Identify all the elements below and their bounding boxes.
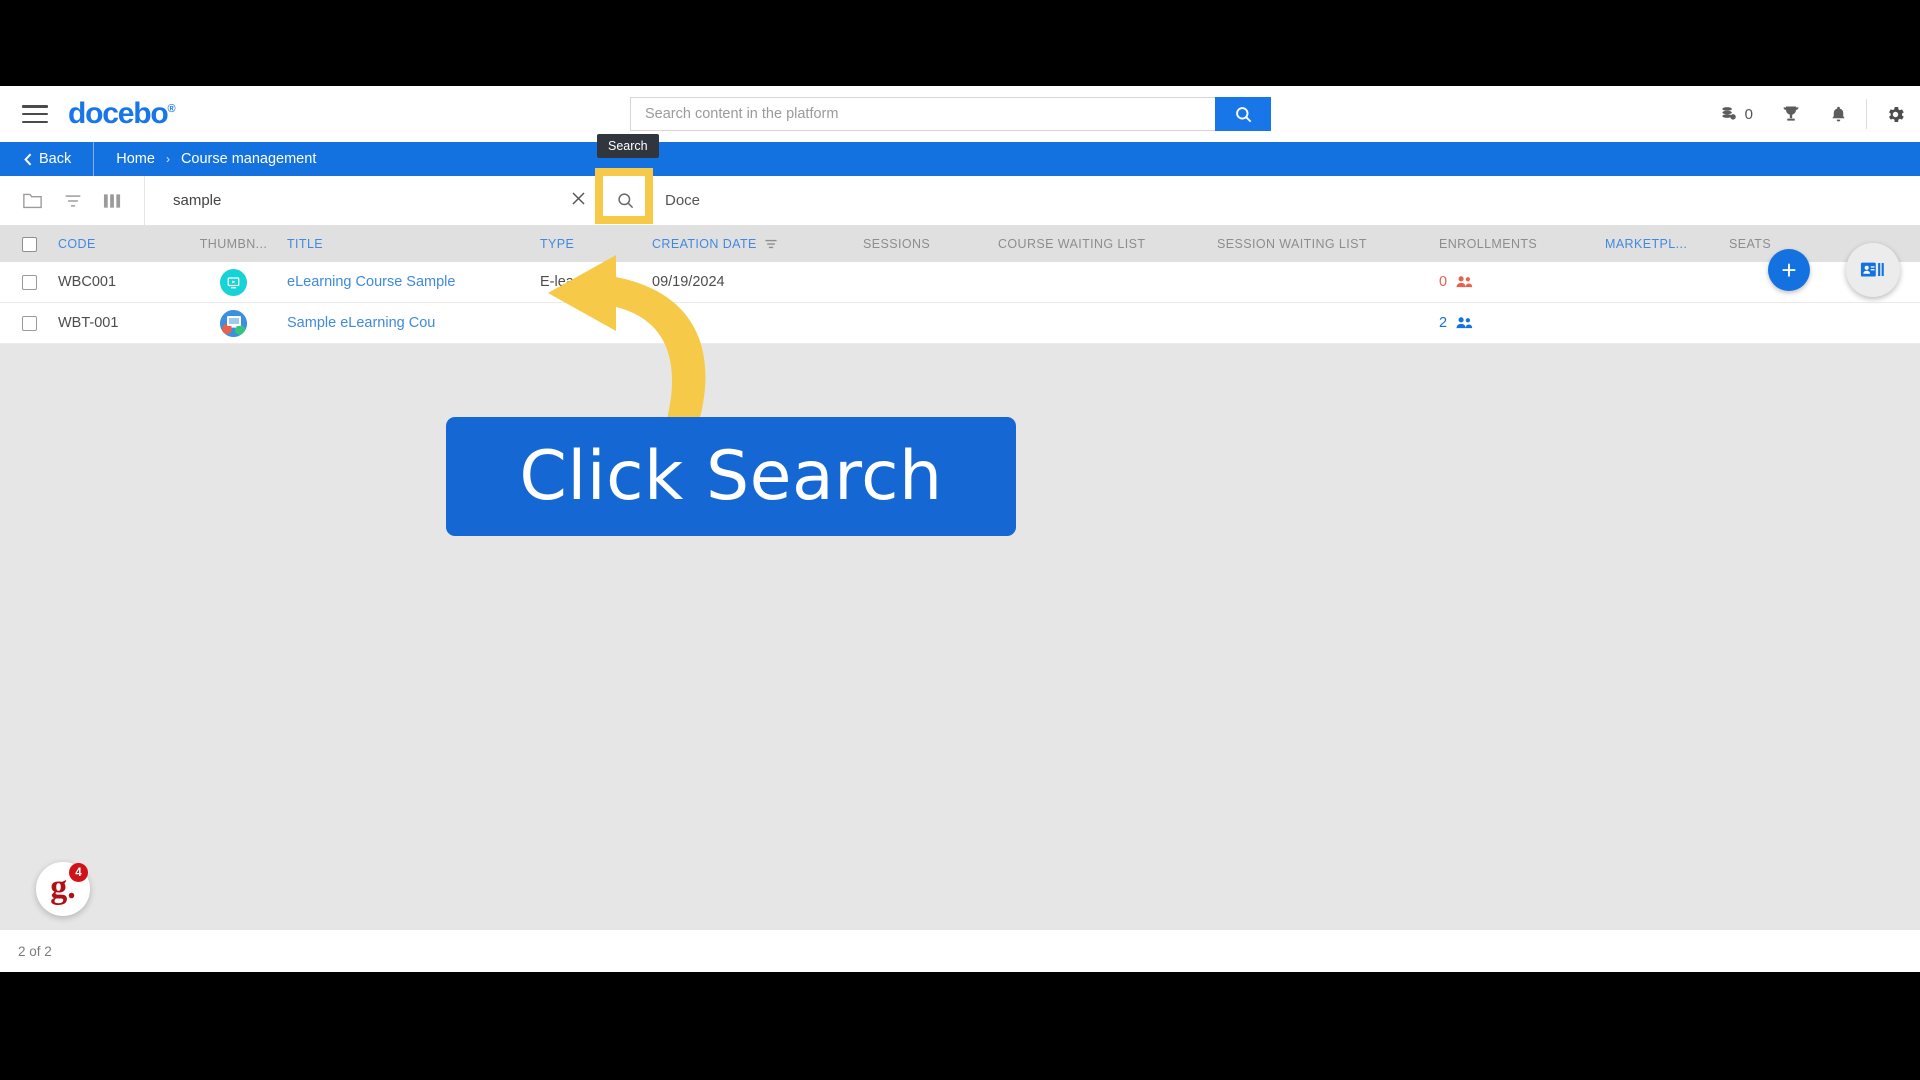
chevron-left-icon xyxy=(24,153,32,165)
search-button[interactable] xyxy=(607,183,643,219)
column-header-marketplace[interactable]: MARKETPL... xyxy=(1605,237,1729,251)
support-chat-widget[interactable]: g. 4 xyxy=(36,862,90,916)
row-checkbox[interactable] xyxy=(21,315,37,331)
bell-icon xyxy=(1832,106,1845,121)
search-icon xyxy=(617,193,633,209)
hamburger-icon[interactable] xyxy=(22,105,48,123)
breadcrumb-bar: Back Home › Course management xyxy=(0,142,1920,176)
back-button[interactable]: Back xyxy=(0,142,95,176)
trophy-icon xyxy=(1783,106,1799,121)
top-header: docebo® 0 xyxy=(0,86,1920,142)
breadcrumb: Home › Course management xyxy=(94,151,316,167)
search-tooltip: Search xyxy=(597,134,659,158)
column-header-code[interactable]: CODE xyxy=(58,237,180,251)
table-header: CODE THUMBN... TITLE TYPE CREATION DATE … xyxy=(0,226,1920,262)
cell-title[interactable]: Sample eLearning Cou xyxy=(287,315,540,331)
brand-text: docebo xyxy=(68,97,169,130)
global-search xyxy=(630,97,1271,131)
select-all-checkbox[interactable] xyxy=(21,236,37,252)
video-course-icon xyxy=(220,268,247,296)
columns-icon[interactable] xyxy=(103,192,122,210)
row-select-cell xyxy=(0,315,58,331)
instruction-text: Click Search xyxy=(519,437,943,516)
id-card-icon xyxy=(1860,262,1884,277)
header-divider xyxy=(1866,99,1867,129)
people-icon xyxy=(1456,317,1473,329)
domain-filter-label[interactable]: Doce xyxy=(665,192,735,209)
column-header-creation-date[interactable]: CREATION DATE xyxy=(652,237,863,251)
instruction-arrow xyxy=(548,255,706,425)
enrollment-count: 2 xyxy=(1439,315,1448,331)
clear-search-icon[interactable] xyxy=(570,190,587,211)
column-header-session-waiting-list[interactable]: SESSION WAITING LIST xyxy=(1217,237,1439,251)
column-header-sessions[interactable]: SESSIONS xyxy=(863,237,998,251)
cell-code: WBT-001 xyxy=(58,315,119,331)
chat-unread-badge: 4 xyxy=(69,863,88,882)
cell-title[interactable]: eLearning Course Sample xyxy=(287,274,540,290)
cell-enrollments[interactable]: 0 xyxy=(1439,274,1605,290)
back-label: Back xyxy=(39,151,72,167)
coins-button[interactable]: 0 xyxy=(1706,105,1767,124)
column-header-thumbnail[interactable]: THUMBN... xyxy=(180,237,287,251)
filter-icon[interactable] xyxy=(63,192,83,210)
brand-mark: ® xyxy=(167,103,175,115)
header-actions: 0 xyxy=(1706,86,1920,142)
notifications-button[interactable] xyxy=(1815,105,1862,124)
breadcrumb-separator: › xyxy=(165,152,170,166)
plus-icon: + xyxy=(1781,254,1797,285)
cell-thumbnail xyxy=(180,268,287,296)
global-search-button[interactable] xyxy=(1215,97,1271,131)
column-header-enrollments[interactable]: ENROLLMENTS xyxy=(1439,237,1605,251)
coins-count: 0 xyxy=(1744,105,1753,123)
table-toolbar: Doce Search xyxy=(0,134,1920,226)
table-row[interactable]: WBT-001 Sample eLearning Cou 2 xyxy=(0,303,1920,344)
docebo-app-window: docebo® 0 xyxy=(0,86,1920,972)
add-course-button[interactable]: + xyxy=(1768,249,1810,291)
coins-icon xyxy=(1722,106,1736,120)
column-header-type[interactable]: TYPE xyxy=(540,237,652,251)
presentation-icon xyxy=(220,309,247,337)
people-icon xyxy=(1456,276,1473,288)
table-body: WBC001 eLearning Course Sample E-learnin… xyxy=(0,262,1920,344)
enrollment-panel-button[interactable] xyxy=(1846,243,1900,297)
column-header-title[interactable]: TITLE xyxy=(287,237,540,251)
select-all-cell xyxy=(0,236,58,252)
toolbar-icon-group xyxy=(0,176,145,225)
column-header-course-waiting-list[interactable]: COURSE WAITING LIST xyxy=(998,237,1217,251)
result-count: 2 of 2 xyxy=(18,943,52,959)
cell-code: WBC001 xyxy=(58,274,117,290)
instruction-callout: Click Search xyxy=(446,417,1016,536)
gamification-button[interactable] xyxy=(1767,104,1815,124)
breadcrumb-item-course-management[interactable]: Course management xyxy=(181,151,316,167)
breadcrumb-item-home[interactable]: Home xyxy=(116,151,155,167)
toolbar-search: Doce Search xyxy=(145,134,1920,225)
screenshot-stage: docebo® 0 xyxy=(0,0,1920,1080)
row-checkbox[interactable] xyxy=(21,274,37,290)
search-input[interactable] xyxy=(173,192,423,209)
column-header-creation-date-label: CREATION DATE xyxy=(652,237,757,251)
sort-icon[interactable] xyxy=(764,238,778,250)
settings-button[interactable] xyxy=(1871,104,1920,125)
cell-enrollments[interactable]: 2 xyxy=(1439,315,1605,331)
search-icon xyxy=(1235,106,1251,122)
global-search-input[interactable] xyxy=(630,97,1215,131)
enrollment-count: 0 xyxy=(1439,274,1448,290)
gear-icon xyxy=(1889,106,1904,122)
cell-thumbnail xyxy=(180,309,287,337)
docebo-logo[interactable]: docebo® xyxy=(68,97,176,130)
table-row[interactable]: WBC001 eLearning Course Sample E-learnin… xyxy=(0,262,1920,303)
folder-icon[interactable] xyxy=(22,191,43,210)
table-footer: 2 of 2 xyxy=(0,929,1920,972)
row-select-cell xyxy=(0,274,58,290)
